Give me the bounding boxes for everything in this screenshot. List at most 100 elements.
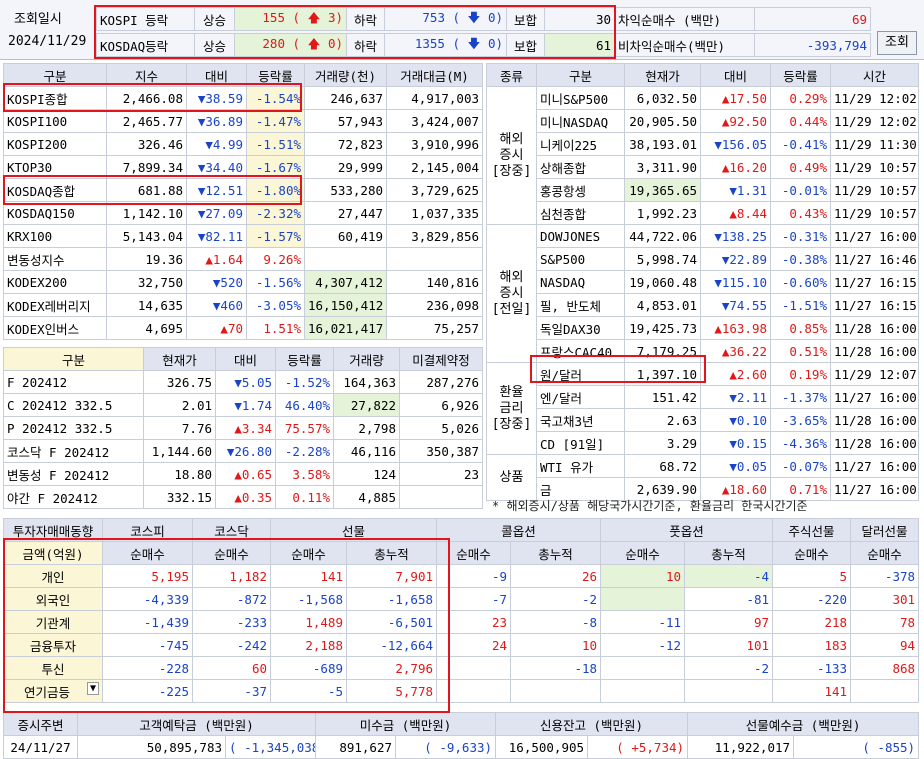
investor-row[interactable]: 개인 5,195 1,182 141 7,901 -9 26 10 -4 5 -378 (3, 564, 920, 588)
global-rate: 0.85% (770, 316, 831, 340)
futures-row[interactable]: 야간 F 202412 332.15 ▲0.35 0.11% 4,885 (3, 485, 483, 509)
index-amount: 75,257 (386, 316, 483, 340)
global-row[interactable]: NASDAQ 19,060.48 ▼115.10 -0.60% 11/27 16… (487, 270, 919, 294)
index-volume: 29,999 (304, 155, 387, 179)
global-row[interactable]: 심천종합 1,992.23 ▲8.44 0.43% 11/29 10:57 (487, 201, 919, 225)
futures-row[interactable]: 코스닥 F 202412 1,144.60 ▼26.80 -2.28% 46,1… (3, 439, 483, 463)
global-row[interactable]: 국고채3년 2.63 ▼0.10 -3.65% 11/28 16:00 (487, 408, 919, 432)
investor-row[interactable]: 금융투자 -745 -242 2,188 -12,664 24 10 -12 101 183 94 (3, 633, 920, 657)
index-row[interactable]: 변동성지수 19.36 ▲1.64 9.26% (3, 247, 483, 271)
investor-value: -378 (850, 564, 920, 588)
global-table: 종류 구분 현재가 대비 등락률 시간 해외 증시 [장중] 미니S&P500 6,032.5… (486, 63, 919, 501)
investor-value: 5 (772, 564, 852, 588)
global-row[interactable]: 필, 반도체 4,853.01 ▼74.55 -1.51% 11/27 16:1… (487, 293, 919, 317)
index-change: ▲1.64 (186, 247, 247, 271)
investor-row[interactable]: 투신 -228 60 -689 2,796 -18 -2 -133 868 (3, 656, 920, 680)
global-row[interactable]: 상품 WTI 유가 68.72 ▼0.05 -0.07% 11/27 16:00 (486, 454, 919, 501)
futures-open-interest: 6,926 (399, 393, 483, 417)
investor-row[interactable]: 연기금등 ▼ -225 -37 -5 5,778 141 (3, 679, 920, 703)
unpaid-value: 891,627 (315, 735, 397, 759)
index-value: 2,465.77 (106, 109, 187, 133)
global-row[interactable]: 미니NASDAQ 20,905.50 ▲92.50 0.44% 11/29 12… (487, 109, 919, 133)
investor-name-select[interactable]: 연기금등 ▼ (3, 679, 103, 703)
futures-name: 코스닥 F 202412 (3, 439, 144, 463)
futures-row[interactable]: F 202412 326.75 ▼5.05 -1.52% 164,363 287… (3, 370, 483, 394)
sub-header: 총누적 (684, 541, 774, 565)
index-row[interactable]: KOSDAQ150 1,142.10 ▼27.09 -2.32% 27,447 … (3, 201, 483, 225)
global-row[interactable]: 환율 금리 [장중] 원/달러 1,397.10 ▲2.60 0.19% 11/2… (486, 362, 919, 455)
global-row[interactable]: 홍콩항셍 19,365.65 ▼1.31 -0.01% 11/29 10:57 (487, 178, 919, 202)
global-row[interactable]: 해외 증시 [장중] 미니S&P500 6,032.50 ▲17.50 0.29%… (486, 86, 919, 225)
futures-change: ▼1.74 (215, 393, 276, 417)
dropdown-arrow-icon[interactable]: ▼ (86, 681, 99, 695)
futures-open-interest: 287,276 (399, 370, 483, 394)
global-row[interactable]: 독일DAX30 19,425.73 ▲163.98 0.85% 11/28 16… (487, 316, 919, 340)
index-name: KRX100 (3, 224, 107, 248)
index-rate: -1.54% (246, 86, 305, 110)
col-futures: 선물 (269, 518, 438, 542)
global-header: 대비 (700, 63, 771, 87)
investor-table: 투자자매매동향 코스피 코스닥 선물 콜옵션 풋옵션 주식선물 달러선물 금액(… (3, 518, 920, 703)
futures-row[interactable]: P 202412 332.5 7.76 ▲3.34 75.57% 2,798 5… (3, 416, 483, 440)
investor-row[interactable]: 외국인 -4,339 -872 -1,568 -1,658 -7 -2 -81 -220 301 (3, 587, 920, 611)
index-row[interactable]: KOSPI종합 2,466.08 ▼38.59 -1.54% 246,637 4… (3, 86, 483, 110)
global-name: 상해종합 (536, 155, 625, 179)
search-button[interactable]: 조회 (877, 31, 917, 55)
futures-open-interest: 350,387 (399, 439, 483, 463)
global-rate: 0.49% (770, 155, 831, 179)
index-row[interactable]: KOSDAQ종합 681.88 ▼12.51 -1.80% 533,280 3,… (3, 178, 483, 202)
global-row[interactable]: 니케이225 38,193.01 ▼156.05 -0.41% 11/29 11… (487, 132, 919, 156)
futures-rate: 75.57% (275, 416, 334, 440)
index-row[interactable]: KODEX200 32,750 ▼520 -1.56% 4,307,412 14… (3, 270, 483, 294)
global-value: 7,179.25 (624, 339, 701, 363)
futures-row[interactable]: 변동성 F 202412 18.80 ▲0.65 3.58% 124 23 (3, 462, 483, 486)
global-rate: 0.51% (770, 339, 831, 363)
futures-row[interactable]: C 202412 332.5 2.01 ▼1.74 46.40% 27,822 … (3, 393, 483, 417)
sub-header: 순매수 (192, 541, 271, 565)
global-row[interactable]: 프랑스CAC40 7,179.25 ▲36.22 0.51% 11/28 16:… (487, 339, 919, 363)
global-row[interactable]: CD [91일] 3.29 ▼0.15 -4.36% 11/28 16:00 (487, 431, 919, 455)
index-row[interactable]: KTOP30 7,899.34 ▼34.40 -1.67% 29,999 2,1… (3, 155, 483, 179)
index-row[interactable]: KOSPI100 2,465.77 ▼36.89 -1.47% 57,943 3… (3, 109, 483, 133)
index-change: ▼460 (186, 293, 247, 317)
up-triangle-icon: ▲ (220, 320, 228, 336)
market-name: KOSPI 등락 (96, 7, 195, 31)
index-row[interactable]: KODEX인버스 4,695 ▲70 1.51% 16,021,417 75,2… (3, 316, 483, 340)
investor-value (600, 587, 686, 611)
investor-row[interactable]: 기관계 -1,439 -233 1,489 -6,501 23 -8 -11 97 218 78 (3, 610, 920, 634)
index-name: KODEX레버리지 (3, 293, 107, 317)
futures-change: ▲3.34 (215, 416, 276, 440)
global-change: ▼156.05 (700, 132, 771, 156)
sub-header: 순매수 (436, 541, 512, 565)
investor-value: 301 (850, 587, 920, 611)
global-row[interactable]: 해외 증시 [전일] DOWJONES 44,722.06 ▼138.25 -0.… (486, 224, 919, 363)
index-row[interactable]: KRX100 5,143.04 ▼82.11 -1.57% 60,419 3,8… (3, 224, 483, 248)
futures-header: 구분 (3, 347, 144, 371)
global-name: 홍콩항셍 (536, 178, 625, 202)
global-row[interactable]: S&P500 5,998.74 ▼22.89 -0.38% 11/27 16:4… (487, 247, 919, 271)
futures-rate: 0.11% (275, 485, 334, 509)
sub-header: 총누적 (345, 541, 438, 565)
futures-name: 야간 F 202412 (3, 485, 144, 509)
index-row[interactable]: KODEX레버리지 14,635 ▼460 -3.05% 16,150,412 … (3, 293, 483, 317)
index-volume: 16,150,412 (304, 293, 387, 317)
index-value: 32,750 (106, 270, 187, 294)
investor-value (600, 656, 686, 680)
index-value: 5,143.04 (106, 224, 187, 248)
index-row[interactable]: KOSPI200 326.46 ▼4.99 -1.51% 72,823 3,91… (3, 132, 483, 156)
global-header: 종류 (486, 63, 537, 87)
futures-header: 대비 (215, 347, 276, 371)
index-rate: 1.51% (246, 316, 305, 340)
global-change: ▼74.55 (700, 293, 771, 317)
global-change: ▼0.15 (700, 431, 771, 455)
investor-value (600, 679, 686, 703)
futures-volume: 164,363 (333, 370, 400, 394)
global-time: 11/27 16:15 (830, 270, 919, 294)
global-row[interactable]: 상해종합 3,311.90 ▲16.20 0.49% 11/29 10:57 (487, 155, 919, 179)
global-time: 11/27 16:00 (830, 454, 919, 478)
global-row[interactable]: 엔/달러 151.42 ▼2.11 -1.37% 11/27 16:00 (487, 385, 919, 409)
index-name: KTOP30 (3, 155, 107, 179)
investor-value: 868 (850, 656, 920, 680)
futures-open-interest: 23 (399, 462, 483, 486)
down-triangle-icon: ▼ (714, 136, 722, 152)
